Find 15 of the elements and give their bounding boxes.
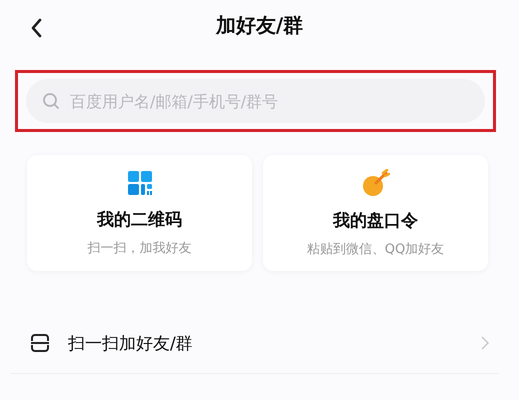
action-card[interactable]: 我的二维码 扫一扫，加我好友	[27, 155, 252, 271]
list-item[interactable]: 扫一扫加好友/群	[30, 323, 489, 363]
qr-code-icon	[126, 170, 152, 196]
page-title: 加好友/群	[216, 12, 304, 38]
back-icon	[30, 18, 42, 38]
key-icon	[362, 168, 390, 196]
card-title: 我的盘口令	[333, 210, 418, 232]
card-subtitle: 扫一扫，加我好友	[88, 240, 192, 256]
search-icon	[42, 92, 60, 110]
scan-icon	[30, 334, 50, 352]
search-field[interactable]: 百度用户名/邮箱/手机号/群号	[26, 79, 485, 123]
card-title: 我的二维码	[97, 208, 182, 230]
action-card[interactable]: 我的盘口令 粘贴到微信、QQ加好友	[263, 155, 488, 271]
chevron-icon	[481, 336, 489, 350]
card-subtitle: 粘贴到微信、QQ加好友	[306, 240, 444, 258]
